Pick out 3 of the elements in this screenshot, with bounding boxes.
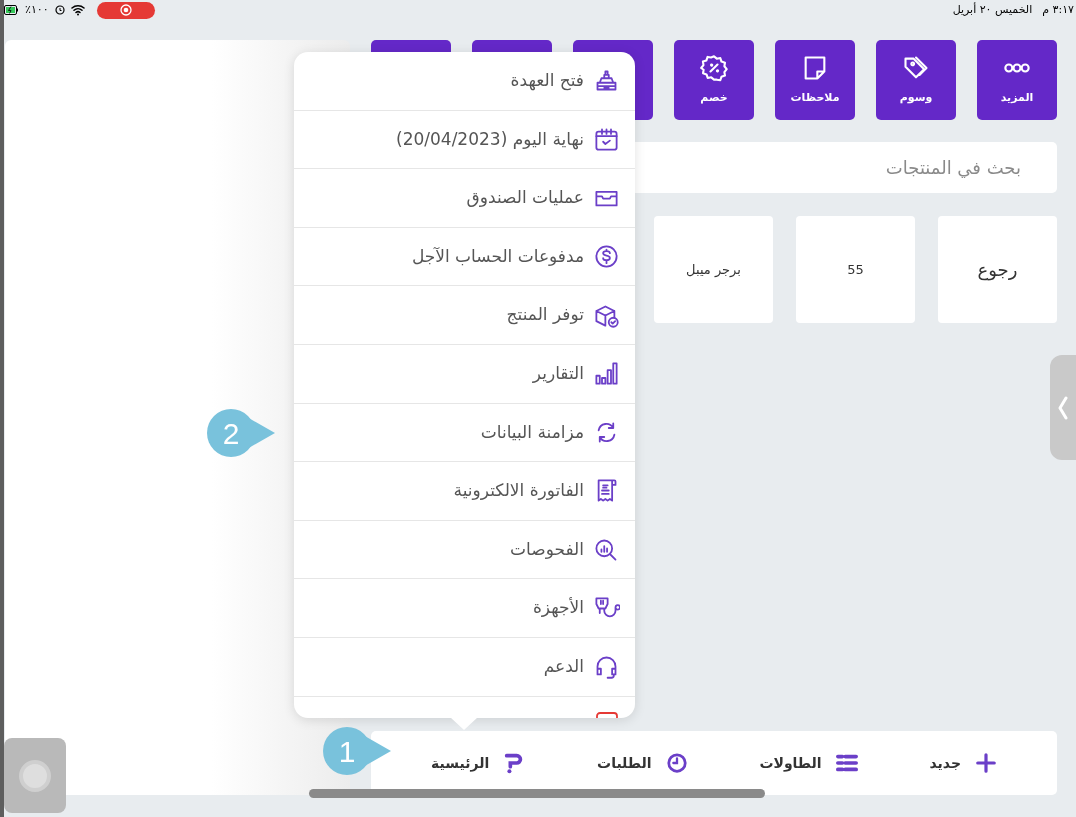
status-time: ٣:١٧ م xyxy=(1042,1,1074,18)
battery-percent: ٪١٠٠ xyxy=(25,1,49,18)
status-date: الخميس ٢٠ أبريل xyxy=(952,1,1033,18)
